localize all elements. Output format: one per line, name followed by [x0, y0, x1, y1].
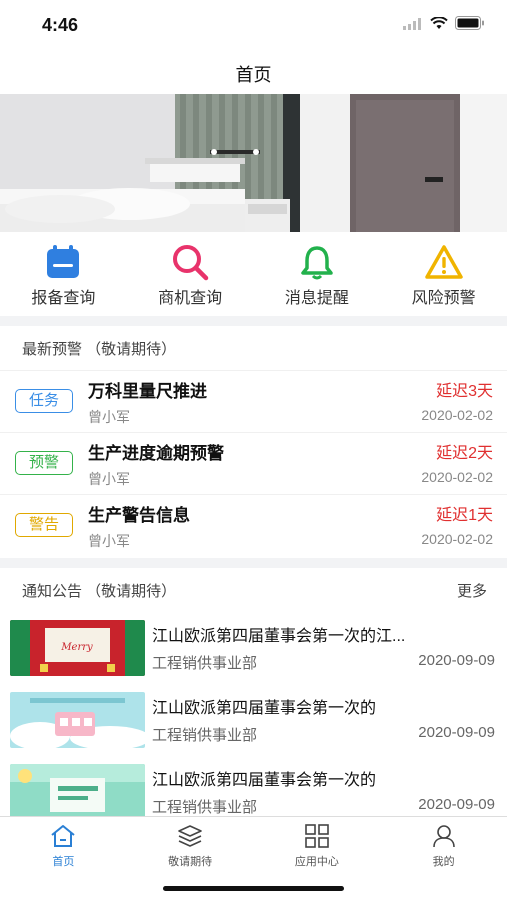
- alert-date: 2020-02-02: [421, 407, 493, 423]
- page-title: 首页: [235, 65, 272, 85]
- battery-icon: [455, 16, 485, 35]
- home-icon: [49, 823, 77, 849]
- alert-tag: 预警: [15, 451, 73, 475]
- notice-date: 2020-09-09: [418, 796, 495, 813]
- tab-label: 我的: [432, 856, 455, 868]
- notice-title: 江山欧派第四届董事会第一次的: [152, 700, 377, 717]
- status-bar: 4:46: [0, 0, 507, 50]
- alert-tag: 任务: [15, 389, 73, 413]
- tab-label: 首页: [52, 856, 75, 868]
- childrens-day-banner-thumbnail: [10, 692, 145, 748]
- tab-label: 敬请期待: [168, 856, 213, 868]
- notice-date: 2020-09-09: [418, 652, 495, 669]
- quick-menu-label: 商机查询: [158, 290, 223, 307]
- quick-menu-label: 风险预警: [411, 290, 476, 307]
- layers-icon: [176, 823, 204, 849]
- section-header: 最新预警 （敬请期待）: [0, 326, 507, 370]
- quick-menu-label: 消息提醒: [284, 290, 349, 307]
- grid-icon: [303, 823, 331, 849]
- christmas-banner-thumbnail: Merry: [10, 620, 145, 676]
- banner-image[interactable]: [0, 94, 507, 232]
- alert-date: 2020-02-02: [421, 531, 493, 547]
- alert-person: 曾小军: [88, 409, 130, 425]
- notice-title: 江山欧派第四届董事会第一次的江...: [152, 628, 406, 645]
- alert-delay: 延迟3天: [436, 383, 493, 400]
- alert-item[interactable]: 任务 万科里量尺推进 曾小军 延迟3天 2020-02-02: [0, 370, 507, 432]
- quick-menu-risk-warning[interactable]: 风险预警: [380, 232, 507, 316]
- bedroom-illustration: [0, 94, 507, 232]
- signal-icon: [403, 17, 423, 35]
- alert-title: 生产警告信息: [88, 506, 190, 525]
- tab-bar: 首页 敬请期待 应用中心 我的: [0, 816, 507, 900]
- section-title: 最新预警 （敬请期待）: [22, 340, 177, 358]
- nav-bar: 首页: [0, 50, 507, 94]
- notice-date: 2020-09-09: [418, 724, 495, 741]
- status-icons: [403, 15, 485, 35]
- user-icon: [430, 823, 458, 849]
- quick-menu-label: 报备查询: [31, 290, 96, 307]
- search-icon: [170, 242, 210, 282]
- alert-person: 曾小军: [88, 471, 130, 487]
- quick-menu-report-query[interactable]: 报备查询: [0, 232, 127, 316]
- home-indicator[interactable]: [163, 886, 344, 891]
- notice-item[interactable]: 江山欧派第四届董事会第一次的 工程销供事业部 2020-09-09: [0, 756, 507, 816]
- alert-item[interactable]: 警告 生产警告信息 曾小军 延迟1天 2020-02-02: [0, 494, 507, 556]
- alert-delay: 延迟1天: [436, 507, 493, 524]
- alert-item[interactable]: 预警 生产进度逾期预警 曾小军 延迟2天 2020-02-02: [0, 432, 507, 494]
- alert-tag: 警告: [15, 513, 73, 537]
- warning-icon: [424, 242, 464, 282]
- calendar-icon: [43, 242, 83, 282]
- alert-title: 生产进度逾期预警: [88, 444, 224, 463]
- svg-text:Merry: Merry: [60, 642, 93, 653]
- quick-menu-message-reminder[interactable]: 消息提醒: [254, 232, 381, 316]
- bell-icon: [297, 242, 337, 282]
- notice-department: 工程销供事业部: [152, 727, 258, 744]
- alert-date: 2020-02-02: [421, 469, 493, 485]
- latest-alerts-section: 最新预警 （敬请期待） 任务 万科里量尺推进 曾小军 延迟3天 2020-02-…: [0, 326, 507, 558]
- alert-delay: 延迟2天: [436, 445, 493, 462]
- notice-item[interactable]: Merry 江山欧派第四届董事会第一次的江... 工程销供事业部 2020-09…: [0, 612, 507, 684]
- alert-person: 曾小军: [88, 533, 130, 549]
- tab-label: 应用中心: [294, 856, 339, 868]
- section-title: 通知公告 （敬请期待）: [22, 582, 177, 600]
- alert-title: 万科里量尺推进: [88, 382, 207, 401]
- quick-menu: 报备查询 商机查询 消息提醒 风险预警: [0, 232, 507, 316]
- status-time: 4:46: [42, 15, 79, 35]
- section-header: 通知公告 （敬请期待） 更多: [0, 568, 507, 612]
- notice-department: 工程销供事业部: [152, 799, 258, 816]
- more-link[interactable]: 更多: [457, 580, 487, 601]
- summer-banner-thumbnail: [10, 764, 145, 816]
- notice-department: 工程销供事业部: [152, 655, 258, 672]
- tab-mine[interactable]: 我的: [380, 817, 507, 900]
- notices-section: 通知公告 （敬请期待） 更多 Merry 江山欧派第四届董事会第一次的江... …: [0, 568, 507, 816]
- tab-home[interactable]: 首页: [0, 817, 127, 900]
- notice-item[interactable]: 江山欧派第四届董事会第一次的 工程销供事业部 2020-09-09: [0, 684, 507, 756]
- wifi-icon: [430, 15, 448, 35]
- quick-menu-business-query[interactable]: 商机查询: [127, 232, 254, 316]
- notice-title: 江山欧派第四届董事会第一次的: [152, 772, 377, 789]
